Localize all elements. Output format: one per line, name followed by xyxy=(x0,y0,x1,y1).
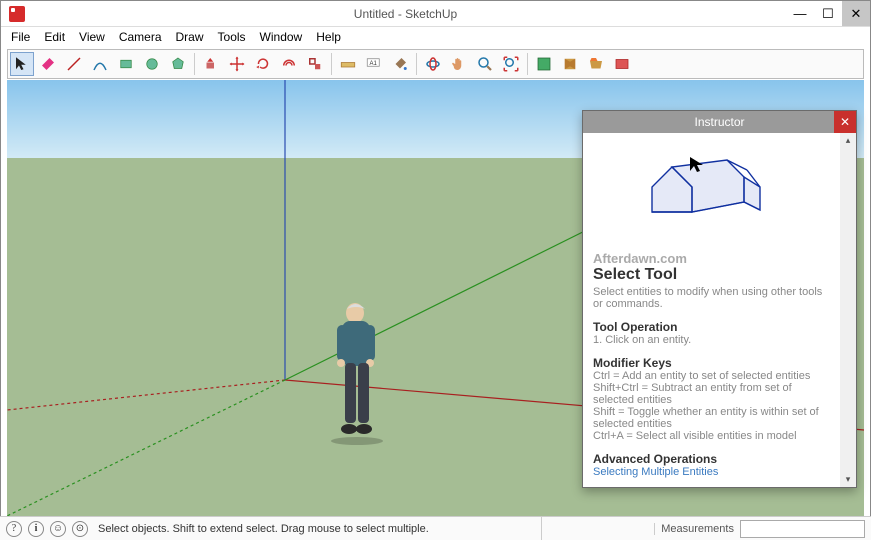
extension-icon[interactable] xyxy=(610,52,634,76)
scale-figure xyxy=(327,301,387,446)
menu-edit[interactable]: Edit xyxy=(38,28,71,46)
pan-tool-icon[interactable] xyxy=(447,52,471,76)
offset-tool-icon[interactable] xyxy=(277,52,301,76)
line-tool-icon[interactable] xyxy=(62,52,86,76)
titlebar: Untitled - SketchUp — ☐ ✕ xyxy=(1,1,870,27)
status-help-icon[interactable]: i xyxy=(28,521,44,537)
circle-tool-icon[interactable] xyxy=(140,52,164,76)
scroll-up-icon[interactable]: ▴ xyxy=(846,133,851,148)
instructor-panel: Instructor ✕ xyxy=(582,110,857,488)
zoom-tool-icon[interactable] xyxy=(473,52,497,76)
menu-help[interactable]: Help xyxy=(310,28,347,46)
toolbar-separator xyxy=(194,53,195,75)
instructor-title-label: Instructor xyxy=(694,115,744,129)
instructor-mod1: Ctrl = Add an entity to set of selected … xyxy=(593,370,830,382)
move-tool-icon[interactable] xyxy=(225,52,249,76)
toolbar-separator xyxy=(416,53,417,75)
rotate-tool-icon[interactable] xyxy=(251,52,275,76)
instructor-title[interactable]: Instructor ✕ xyxy=(583,111,856,133)
scale-tool-icon[interactable] xyxy=(303,52,327,76)
toolbar-separator xyxy=(527,53,528,75)
instructor-mod4: Ctrl+A = Select all visible entities in … xyxy=(593,430,830,442)
menu-view[interactable]: View xyxy=(73,28,111,46)
instructor-content: Afterdawn.com Select Tool Select entitie… xyxy=(583,133,840,487)
window-controls: — ☐ ✕ xyxy=(786,1,870,26)
menubar: File Edit View Camera Draw Tools Window … xyxy=(1,27,870,47)
instructor-brand: Afterdawn.com xyxy=(593,251,830,266)
instructor-close-button[interactable]: ✕ xyxy=(834,111,856,133)
svg-text:A1: A1 xyxy=(370,61,378,67)
status-hint: Select objects. Shift to extend select. … xyxy=(98,523,429,535)
statusbar: ? i ☺ ⊙ Select objects. Shift to extend … xyxy=(0,516,871,540)
instructor-diagram xyxy=(593,137,830,247)
maximize-button[interactable]: ☐ xyxy=(814,1,842,26)
text-tool-icon[interactable]: A1 xyxy=(362,52,386,76)
instructor-adv-link[interactable]: Selecting Multiple Entities xyxy=(593,466,830,478)
app-icon xyxy=(9,6,25,22)
warehouse-icon[interactable] xyxy=(532,52,556,76)
select-tool-icon[interactable] xyxy=(10,52,34,76)
status-user-icon[interactable]: ☺ xyxy=(50,521,66,537)
toolbar: A1 xyxy=(7,49,864,79)
instructor-tool-desc: Select entities to modify when using oth… xyxy=(593,286,830,310)
paint-bucket-tool-icon[interactable] xyxy=(388,52,412,76)
polygon-tool-icon[interactable] xyxy=(166,52,190,76)
window-title: Untitled - SketchUp xyxy=(25,7,786,21)
menu-window[interactable]: Window xyxy=(254,28,309,46)
menu-file[interactable]: File xyxy=(5,28,36,46)
scroll-down-icon[interactable]: ▾ xyxy=(846,472,851,487)
orbit-tool-icon[interactable] xyxy=(421,52,445,76)
instructor-scrollbar[interactable]: ▴ ▾ xyxy=(840,133,856,487)
tape-measure-tool-icon[interactable] xyxy=(336,52,360,76)
menu-camera[interactable]: Camera xyxy=(113,28,168,46)
status-geo-icon[interactable]: ⊙ xyxy=(72,521,88,537)
toolbar-separator xyxy=(331,53,332,75)
zoom-extents-tool-icon[interactable] xyxy=(499,52,523,76)
component-open-icon[interactable] xyxy=(584,52,608,76)
rectangle-tool-icon[interactable] xyxy=(114,52,138,76)
close-button[interactable]: ✕ xyxy=(842,1,870,26)
instructor-advanced-heading: Advanced Operations xyxy=(593,452,830,466)
measurements-input[interactable] xyxy=(740,520,865,538)
component-icon[interactable] xyxy=(558,52,582,76)
instructor-operation-heading: Tool Operation xyxy=(593,320,830,334)
instructor-mod3: Shift = Toggle whether an entity is with… xyxy=(593,406,830,430)
menu-draw[interactable]: Draw xyxy=(170,28,210,46)
eraser-tool-icon[interactable] xyxy=(36,52,60,76)
pushpull-tool-icon[interactable] xyxy=(199,52,223,76)
instructor-tool-title: Select Tool xyxy=(593,266,830,284)
menu-tools[interactable]: Tools xyxy=(212,28,252,46)
instructor-mod2: Shift+Ctrl = Subtract an entity from set… xyxy=(593,382,830,406)
minimize-button[interactable]: — xyxy=(786,1,814,26)
instructor-modifier-heading: Modifier Keys xyxy=(593,356,830,370)
measurements-label: Measurements xyxy=(654,523,740,535)
arc-tool-icon[interactable] xyxy=(88,52,112,76)
status-info-icon[interactable]: ? xyxy=(6,521,22,537)
instructor-operation-text: 1. Click on an entity. xyxy=(593,334,830,346)
